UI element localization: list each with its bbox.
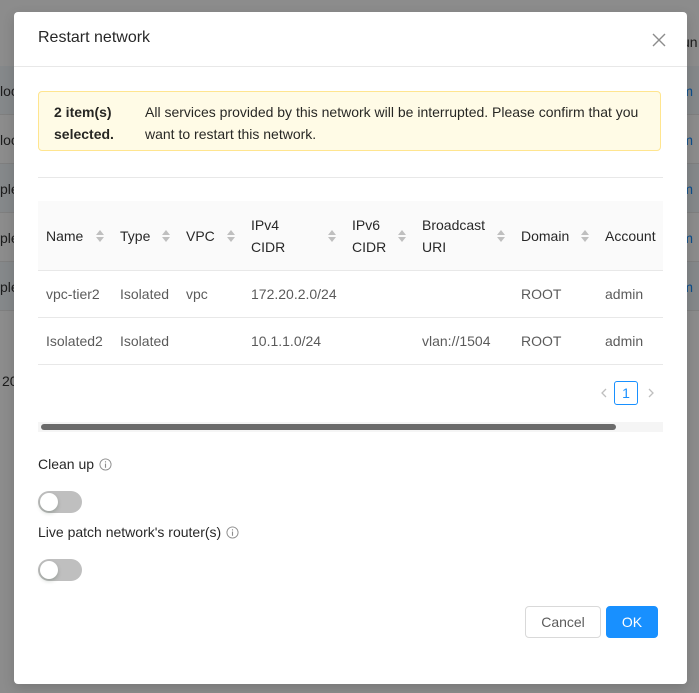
next-page-button[interactable] <box>641 381 661 405</box>
cancel-button[interactable]: Cancel <box>525 606 601 638</box>
toggle-knob <box>40 493 58 511</box>
cell-vpc <box>178 317 243 365</box>
cell-account: admin <box>597 270 663 318</box>
scrollbar-thumb[interactable] <box>41 424 616 430</box>
restart-network-modal: Restart network 2 item(s) selected. All … <box>14 12 687 684</box>
warning-alert: 2 item(s) selected. All services provide… <box>38 91 661 151</box>
close-button[interactable] <box>647 28 671 52</box>
cleanup-toggle[interactable] <box>38 491 82 513</box>
alert-message: All services provided by this network wi… <box>145 104 639 142</box>
toggle-knob <box>40 561 58 579</box>
modal-title: Restart network <box>38 29 151 46</box>
previous-page-button[interactable] <box>594 381 614 405</box>
selected-count: 2 item(s) selected. <box>54 104 114 142</box>
table-header-row: Name Type VPC IPv4 CIDR IPv6 CIDR Broadc… <box>38 201 663 271</box>
cell-account: admin <box>597 317 663 365</box>
cell-ipv4: 10.1.1.0/24 <box>243 317 344 365</box>
column-header-ipv6-cidr[interactable]: IPv6 CIDR <box>344 201 414 271</box>
cell-domain: ROOT <box>513 317 597 365</box>
column-header-domain[interactable]: Domain <box>513 201 597 271</box>
sort-icon <box>398 229 406 242</box>
sort-icon <box>497 229 505 242</box>
modal-header: Restart network <box>14 12 687 67</box>
cell-name: vpc-tier2 <box>38 270 112 318</box>
livepatch-field-label: Live patch network's router(s) <box>38 524 239 540</box>
cell-vpc: vpc <box>178 270 243 318</box>
cell-name: Isolated2 <box>38 317 112 365</box>
table-row: vpc-tier2 Isolated vpc 172.20.2.0/24 ROO… <box>38 270 663 318</box>
livepatch-label: Live patch network's router(s) <box>38 524 222 540</box>
cleanup-label: Clean up <box>38 456 95 472</box>
chevron-left-icon <box>601 388 607 398</box>
cell-ipv4: 172.20.2.0/24 <box>243 270 344 318</box>
sort-icon <box>581 229 589 242</box>
sort-icon <box>227 229 235 242</box>
divider <box>38 177 663 178</box>
column-header-vpc[interactable]: VPC <box>178 201 243 271</box>
page-number[interactable]: 1 <box>614 381 638 405</box>
pagination: 1 <box>38 381 663 405</box>
table-row: Isolated2 Isolated 10.1.1.0/24 vlan://15… <box>38 317 663 365</box>
livepatch-toggle[interactable] <box>38 559 82 581</box>
cell-broadcast <box>414 270 513 318</box>
column-header-ipv4-cidr[interactable]: IPv4 CIDR <box>243 201 344 271</box>
sort-icon <box>162 229 170 242</box>
cell-domain: ROOT <box>513 270 597 318</box>
sort-icon <box>96 229 104 242</box>
column-header-type[interactable]: Type <box>112 201 178 271</box>
cell-broadcast: vlan://1504 <box>414 317 513 365</box>
chevron-right-icon <box>648 388 654 398</box>
cell-type: Isolated <box>112 270 178 318</box>
info-icon[interactable] <box>226 525 239 539</box>
cell-ipv6 <box>344 270 414 318</box>
info-icon[interactable] <box>99 457 112 471</box>
sort-icon <box>328 229 336 242</box>
close-icon <box>652 33 666 47</box>
cell-type: Isolated <box>112 317 178 365</box>
column-header-broadcast-uri[interactable]: Broadcast URI <box>414 201 513 271</box>
ok-button[interactable]: OK <box>606 606 658 638</box>
horizontal-scrollbar[interactable] <box>38 422 663 432</box>
cleanup-field-label: Clean up <box>38 456 112 472</box>
column-header-name[interactable]: Name <box>38 201 112 271</box>
cell-ipv6 <box>344 317 414 365</box>
column-header-account[interactable]: Account <box>597 201 663 271</box>
